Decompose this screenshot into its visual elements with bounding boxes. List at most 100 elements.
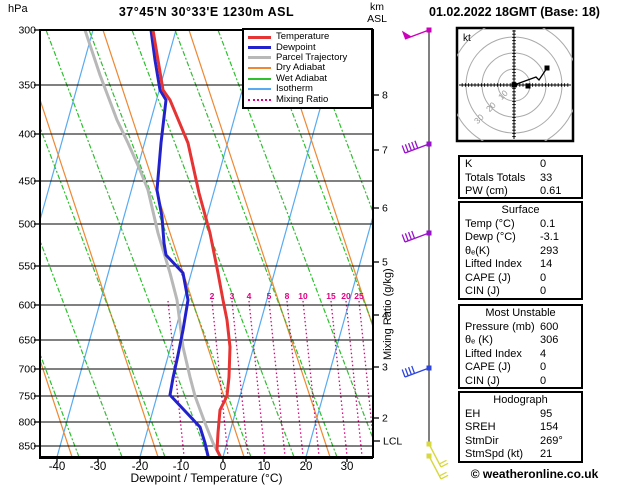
index-value: 0.1 (540, 217, 556, 230)
legend-swatch (248, 88, 271, 91)
mixing-ratio-line (248, 300, 266, 457)
index-row: Lifted Index 14 (460, 258, 581, 272)
sounding-page: 37°45'N 30°33'E 1230m ASL 01.02.2022 18G… (0, 0, 629, 486)
index-value: 306 (540, 334, 559, 346)
mixing-ratio-line (345, 300, 363, 457)
wind-barb-feather (404, 368, 409, 377)
mixing-ratio-line (211, 300, 229, 457)
index-label: EH (465, 407, 481, 420)
index-label: θₑ(K) (465, 244, 490, 257)
isotherm-line (0, 30, 10, 457)
index-label: SREH (465, 421, 496, 433)
index-row: CAPE (J) 0 (460, 272, 581, 286)
mixing-ratio-value-label: 4 (247, 291, 252, 301)
pressure-tick-label: 650 (18, 335, 36, 347)
legend: Temperature Dewpoint Parcel Trajectory Dry … (242, 28, 373, 109)
legend-swatch (248, 98, 271, 101)
legend-label: Isotherm (276, 83, 313, 95)
pressure-tick-label: 450 (18, 176, 36, 188)
legend-item: Isotherm (248, 84, 371, 94)
index-label: StmSpd (kt) (465, 448, 524, 460)
index-value: 154 (540, 421, 559, 433)
wind-barb (401, 27, 432, 40)
legend-swatch (248, 77, 271, 80)
index-label: CAPE (J) (465, 361, 511, 373)
index-value: 95 (540, 407, 553, 420)
index-value: 0 (540, 374, 547, 387)
hodograph: 102030kt (455, 26, 575, 143)
pressure-tick-label: 300 (18, 25, 36, 37)
index-label: CAPE (J) (465, 271, 511, 284)
wind-barb-column (401, 27, 449, 480)
hodograph-marker (511, 82, 517, 88)
index-label: Totals Totals (465, 171, 526, 184)
legend-swatch (248, 67, 271, 70)
mixing-ratio-value-label: 15 (326, 291, 336, 301)
mixing-ratio-value-label: 20 (341, 291, 351, 301)
index-value: 0 (540, 158, 547, 170)
pressure-tick-label: 600 (18, 300, 36, 312)
index-row: CIN (J) 0 (460, 285, 581, 299)
index-value: 21 (540, 448, 553, 460)
wind-barb (401, 140, 432, 154)
dry-adiabat-line (40, 97, 159, 457)
legend-item: Dry Adiabat (248, 63, 371, 73)
indices-section-title: Hodograph (493, 394, 548, 406)
index-value: 269° (540, 434, 563, 447)
km-tick-label: 2 (382, 413, 388, 425)
wind-barb-feather (407, 142, 412, 151)
mixing-ratio-value-label: 2 (210, 291, 215, 301)
wind-barb-feather (401, 234, 406, 243)
pressure-tick-label: 700 (18, 364, 36, 376)
legend-label: Mixing Ratio (276, 93, 329, 105)
index-value: 4 (540, 347, 547, 360)
wind-barb-feather (414, 140, 419, 149)
mixing-ratio-value-label: 5 (267, 291, 272, 301)
legend-item: Mixing Ratio (248, 94, 371, 104)
mixing-ratio-line (330, 300, 348, 457)
index-label: CIN (J) (465, 285, 500, 297)
index-row: Dewp (°C) -3.1 (460, 231, 581, 245)
legend-label: Temperature (276, 31, 330, 43)
copyright: © weatheronline.co.uk (470, 467, 599, 481)
legend-swatch (248, 35, 271, 39)
pressure-gridlines (40, 84, 373, 447)
legend-label: Dry Adiabat (276, 62, 326, 74)
index-row: StmSpd (kt) 21 (460, 448, 581, 462)
index-row: K0 (460, 158, 581, 172)
pressure-tick-label: 400 (18, 129, 36, 141)
mixing-ratio-axis-label: Mixing Ratio (g/kg) (382, 268, 394, 360)
indices-section-title: Surface (501, 204, 540, 216)
hodograph-marker (525, 83, 531, 89)
wind-barb-feather (411, 365, 416, 374)
index-row: CAPE (J) 0 (460, 361, 581, 375)
index-label: Pressure (mb) (465, 320, 535, 333)
index-row: SREH 154 (460, 421, 581, 435)
indices-box: Surface Temp (°C) 0.1 Dewp (°C) -3.1 θₑ(K) 293… (458, 201, 583, 300)
index-row: Lifted Index 4 (460, 348, 581, 362)
index-label: θₑ (K) (465, 334, 493, 346)
wet-adiabat-line (45, 30, 209, 457)
isotherm-line (40, 30, 94, 223)
pressure-tick-label: 550 (18, 261, 36, 273)
indices-box: Hodograph EH 95 SREH 154 StmDir 269° StmSpd (kt… (458, 391, 583, 463)
index-value: -3.1 (540, 231, 559, 243)
index-label: Lifted Index (465, 347, 522, 360)
index-value: 293 (540, 244, 559, 257)
index-row: θₑ (K) 306 (460, 334, 581, 348)
indices-box: K 0 Totals Totals 33 PW (cm) 0.61 (458, 155, 583, 199)
pressure-tick-label: 850 (18, 441, 36, 453)
indices-section-title: Most Unstable (485, 307, 556, 319)
index-value: 600 (540, 320, 559, 333)
mixing-ratio-value-label: 10 (298, 291, 308, 301)
index-row: Pressure (mb) 600 (460, 321, 581, 335)
hodograph-marker (544, 65, 550, 71)
pressure-tick-label: 500 (18, 219, 36, 231)
index-label: PW (cm) (465, 185, 508, 197)
index-label: Temp (°C) (465, 217, 515, 230)
index-value: 0 (540, 361, 547, 373)
hodograph-unit-label: kt (463, 33, 471, 44)
indices-box: Most Unstable Pressure (mb) 600 θₑ (K) 306 Li… (458, 304, 583, 389)
wind-barb (401, 230, 432, 243)
legend-item: Temperature (248, 32, 371, 42)
